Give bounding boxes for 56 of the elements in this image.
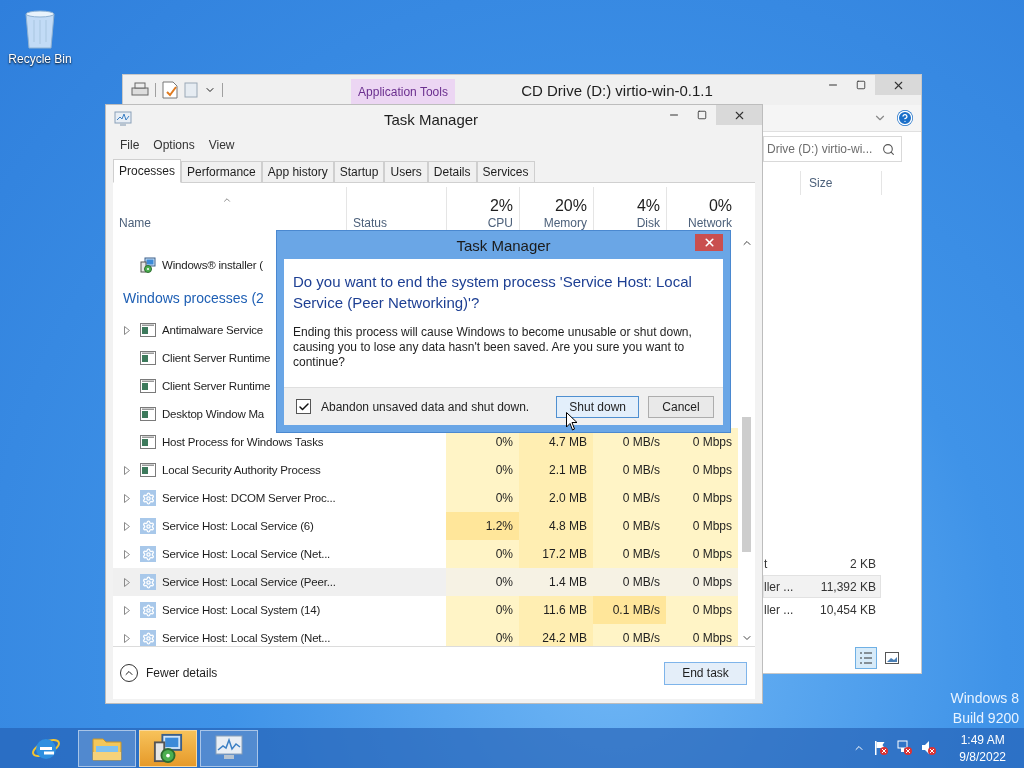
table-cell: 4.8 MB bbox=[519, 512, 593, 540]
table-cell: 0 MB/s bbox=[593, 624, 666, 646]
process-name: Windows® installer ( bbox=[162, 259, 263, 271]
process-name: Service Host: DCOM Server Proc... bbox=[162, 492, 336, 504]
dialog-message: Ending this process will cause Windows to become unusable or shut down, causing you to lose any data hasn't been saved. Are you sure you want to continue? bbox=[293, 325, 693, 370]
column-total: 20% bbox=[554, 197, 587, 215]
process-name: Client Server Runtime bbox=[162, 352, 271, 364]
search-text: Drive (D:) virtio-wi... bbox=[767, 142, 873, 156]
table-cell: 0% bbox=[446, 484, 519, 512]
group-heading: Windows processes (2 bbox=[123, 289, 264, 306]
checkbox-label: Abandon unsaved data and shut down. bbox=[321, 399, 530, 414]
table-cell: 24.2 MB bbox=[519, 624, 593, 646]
process-name: Local Security Authority Process bbox=[162, 464, 321, 476]
table-cell: 0% bbox=[446, 540, 519, 568]
table-cell: 0 MB/s bbox=[593, 484, 666, 512]
table-cell: 0 Mbps bbox=[666, 568, 738, 596]
process-name: Service Host: Local System (14) bbox=[162, 604, 321, 616]
table-cell: 11.6 MB bbox=[519, 596, 593, 624]
table-cell: 0% bbox=[446, 456, 519, 484]
table-cell: 0% bbox=[446, 568, 519, 596]
process-name: Service Host: Local Service (Peer... bbox=[162, 576, 336, 588]
process-name: Service Host: Local Service (Net... bbox=[162, 548, 331, 560]
table-cell: 0 Mbps bbox=[666, 624, 738, 646]
table-cell: 0 Mbps bbox=[666, 456, 738, 484]
table-cell: 0 MB/s bbox=[593, 568, 666, 596]
table-cell: 0 MB/s bbox=[593, 512, 666, 540]
table-cell: 0 Mbps bbox=[666, 512, 738, 540]
process-name: Client Server Runtime bbox=[162, 380, 271, 392]
process-name: Antimalware Service bbox=[162, 324, 263, 336]
table-cell: 2.1 MB bbox=[519, 456, 593, 484]
table-cell: 0% bbox=[446, 624, 519, 646]
table-cell: 0 MB/s bbox=[593, 456, 666, 484]
table-cell: 1.2% bbox=[446, 512, 519, 540]
edition-text: Build 9200 bbox=[952, 710, 1019, 726]
column-total: 0% bbox=[708, 197, 732, 215]
process-name: Desktop Window Ma bbox=[162, 408, 265, 420]
table-cell: 17.2 MB bbox=[519, 540, 593, 568]
table-cell: 0 Mbps bbox=[666, 596, 738, 624]
table-cell: 0 MB/s bbox=[593, 540, 666, 568]
table-cell: 1.4 MB bbox=[519, 568, 593, 596]
table-cell: 0 Mbps bbox=[666, 540, 738, 568]
process-name: Host Process for Windows Tasks bbox=[162, 436, 324, 448]
desktop-icon-label: Recycle Bin bbox=[8, 52, 72, 66]
dialog-title: Task Manager bbox=[456, 236, 551, 254]
edition-text: Windows 8 bbox=[950, 690, 1019, 706]
column-total: 2% bbox=[489, 197, 513, 215]
window-title: CD Drive (D:) virtio-win-0.1.1 bbox=[520, 81, 714, 99]
table-cell: 2.0 MB bbox=[519, 484, 593, 512]
table-cell: 0.1 MB/s bbox=[593, 596, 666, 624]
process-name: Service Host: Local Service (6) bbox=[162, 520, 314, 532]
process-name: Service Host: Local System (Net... bbox=[162, 632, 331, 644]
table-cell: 0 Mbps bbox=[666, 484, 738, 512]
window-title: Task Manager bbox=[382, 110, 480, 128]
table-cell: 0% bbox=[446, 596, 519, 624]
column-total: 4% bbox=[636, 197, 660, 215]
dialog-heading: Do you want to end the system process 'Service Host: Local Service (Peer Networking)'? bbox=[293, 272, 693, 313]
